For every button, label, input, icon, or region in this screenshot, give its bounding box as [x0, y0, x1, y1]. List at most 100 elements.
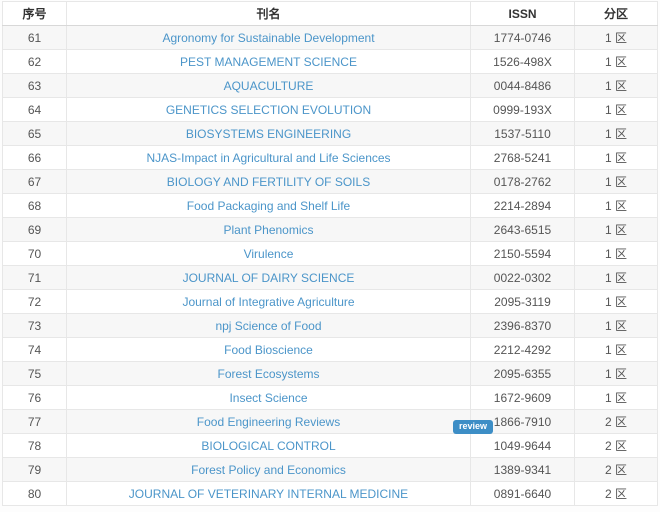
journal-link[interactable]: AQUACULTURE: [224, 79, 314, 93]
row-issn: 2095-6355: [471, 362, 575, 386]
table-row: 75 Forest Ecosystems 2095-6355 1 区: [3, 362, 658, 386]
row-index: 80: [3, 482, 67, 506]
row-issn: 1672-9609: [471, 386, 575, 410]
row-journal-name-cell: JOURNAL OF VETERINARY INTERNAL MEDICINE: [67, 482, 471, 506]
row-index: 79: [3, 458, 67, 482]
row-journal-name-cell: BIOLOGICAL CONTROL: [67, 434, 471, 458]
row-zone: 1 区: [575, 194, 658, 218]
row-issn: 2095-3119: [471, 290, 575, 314]
journal-link[interactable]: Food Packaging and Shelf Life: [187, 199, 350, 213]
row-issn: 1537-5110: [471, 122, 575, 146]
row-index: 68: [3, 194, 67, 218]
table-row: 63 AQUACULTURE 0044-8486 1 区: [3, 74, 658, 98]
row-zone: 2 区: [575, 410, 658, 434]
row-zone: 1 区: [575, 242, 658, 266]
table-row: 65 BIOSYSTEMS ENGINEERING 1537-5110 1 区: [3, 122, 658, 146]
row-journal-name-cell: Plant Phenomics: [67, 218, 471, 242]
journal-link[interactable]: JOURNAL OF VETERINARY INTERNAL MEDICINE: [129, 487, 408, 501]
table-row: 79 Forest Policy and Economics 1389-9341…: [3, 458, 658, 482]
row-index: 62: [3, 50, 67, 74]
row-zone: 1 区: [575, 26, 658, 50]
journal-link[interactable]: npj Science of Food: [215, 319, 321, 333]
row-zone: 1 区: [575, 314, 658, 338]
review-badge: review: [453, 420, 493, 434]
journal-link[interactable]: Virulence: [244, 247, 294, 261]
journal-table-body: 61 Agronomy for Sustainable Development …: [3, 26, 658, 506]
row-issn: 2212-4292: [471, 338, 575, 362]
table-row: 80 JOURNAL OF VETERINARY INTERNAL MEDICI…: [3, 482, 658, 506]
table-row: 72 Journal of Integrative Agriculture 20…: [3, 290, 658, 314]
table-row: 64 GENETICS SELECTION EVOLUTION 0999-193…: [3, 98, 658, 122]
header-index: 序号: [3, 2, 67, 26]
journal-link[interactable]: PEST MANAGEMENT SCIENCE: [180, 55, 357, 69]
row-index: 74: [3, 338, 67, 362]
journal-link[interactable]: JOURNAL OF DAIRY SCIENCE: [183, 271, 355, 285]
row-issn: 2214-2894: [471, 194, 575, 218]
row-journal-name-cell: Forest Ecosystems: [67, 362, 471, 386]
journal-link[interactable]: Journal of Integrative Agriculture: [182, 295, 354, 309]
journal-link[interactable]: BIOLOGY AND FERTILITY OF SOILS: [167, 175, 370, 189]
row-journal-name-cell: Food Packaging and Shelf Life: [67, 194, 471, 218]
table-row: 70 Virulence 2150-5594 1 区: [3, 242, 658, 266]
row-zone: 1 区: [575, 218, 658, 242]
row-issn: 1774-0746: [471, 26, 575, 50]
row-zone: 1 区: [575, 386, 658, 410]
row-journal-name-cell: Agronomy for Sustainable Development: [67, 26, 471, 50]
table-row: 68 Food Packaging and Shelf Life 2214-28…: [3, 194, 658, 218]
row-issn: 2643-6515: [471, 218, 575, 242]
row-zone: 1 区: [575, 170, 658, 194]
journal-link[interactable]: Forest Ecosystems: [217, 367, 319, 381]
row-journal-name-cell: GENETICS SELECTION EVOLUTION: [67, 98, 471, 122]
journal-link[interactable]: NJAS-Impact in Agricultural and Life Sci…: [146, 151, 390, 165]
table-row: 66 NJAS-Impact in Agricultural and Life …: [3, 146, 658, 170]
row-index: 71: [3, 266, 67, 290]
table-row: 76 Insect Science 1672-9609 1 区: [3, 386, 658, 410]
table-row: 61 Agronomy for Sustainable Development …: [3, 26, 658, 50]
journal-link[interactable]: BIOLOGICAL CONTROL: [201, 439, 335, 453]
journal-link[interactable]: BIOSYSTEMS ENGINEERING: [186, 127, 351, 141]
header-row: 序号 刊名 ISSN 分区: [3, 2, 658, 26]
row-issn: 1526-498X: [471, 50, 575, 74]
row-index: 63: [3, 74, 67, 98]
row-zone: 1 区: [575, 74, 658, 98]
journal-table-container: 序号 刊名 ISSN 分区 61 Agronomy for Sustainabl…: [2, 1, 657, 506]
table-row: 69 Plant Phenomics 2643-6515 1 区: [3, 218, 658, 242]
row-index: 61: [3, 26, 67, 50]
row-journal-name-cell: Food Engineering Reviews review: [67, 410, 471, 434]
row-zone: 2 区: [575, 482, 658, 506]
row-journal-name-cell: Insect Science: [67, 386, 471, 410]
table-row: 62 PEST MANAGEMENT SCIENCE 1526-498X 1 区: [3, 50, 658, 74]
row-issn: 1389-9341: [471, 458, 575, 482]
row-journal-name-cell: PEST MANAGEMENT SCIENCE: [67, 50, 471, 74]
header-journal-name: 刊名: [67, 2, 471, 26]
journal-ranking-page: 序号 刊名 ISSN 分区 61 Agronomy for Sustainabl…: [0, 0, 660, 512]
row-index: 67: [3, 170, 67, 194]
row-zone: 1 区: [575, 122, 658, 146]
row-zone: 1 区: [575, 98, 658, 122]
journal-link[interactable]: GENETICS SELECTION EVOLUTION: [166, 103, 371, 117]
row-index: 78: [3, 434, 67, 458]
row-issn: 0178-2762: [471, 170, 575, 194]
row-zone: 1 区: [575, 362, 658, 386]
table-row: 71 JOURNAL OF DAIRY SCIENCE 0022-0302 1 …: [3, 266, 658, 290]
row-journal-name-cell: JOURNAL OF DAIRY SCIENCE: [67, 266, 471, 290]
journal-link[interactable]: Food Bioscience: [224, 343, 313, 357]
row-index: 77: [3, 410, 67, 434]
row-journal-name-cell: BIOSYSTEMS ENGINEERING: [67, 122, 471, 146]
row-index: 73: [3, 314, 67, 338]
header-zone: 分区: [575, 2, 658, 26]
row-zone: 1 区: [575, 266, 658, 290]
journal-link[interactable]: Insect Science: [229, 391, 307, 405]
row-zone: 1 区: [575, 338, 658, 362]
row-zone: 1 区: [575, 50, 658, 74]
journal-link[interactable]: Forest Policy and Economics: [191, 463, 346, 477]
row-index: 66: [3, 146, 67, 170]
row-issn: 1049-9644: [471, 434, 575, 458]
table-row: 67 BIOLOGY AND FERTILITY OF SOILS 0178-2…: [3, 170, 658, 194]
journal-link[interactable]: Agronomy for Sustainable Development: [162, 31, 374, 45]
row-journal-name-cell: Forest Policy and Economics: [67, 458, 471, 482]
header-issn: ISSN: [471, 2, 575, 26]
journal-link[interactable]: Food Engineering Reviews: [197, 415, 340, 429]
journal-link[interactable]: Plant Phenomics: [223, 223, 313, 237]
row-journal-name-cell: npj Science of Food: [67, 314, 471, 338]
